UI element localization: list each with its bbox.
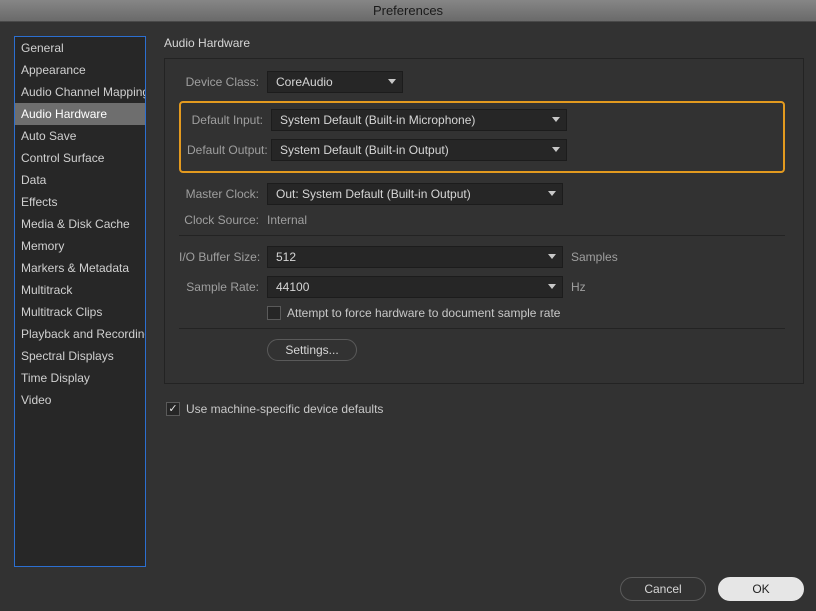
row-settings: Settings... [179, 339, 785, 361]
ok-button-label: OK [752, 582, 769, 596]
main-panel: Audio Hardware Device Class: CoreAudio D… [164, 36, 804, 567]
master-clock-dropdown[interactable]: Out: System Default (Built-in Output) [267, 183, 563, 205]
sidebar-item-effects[interactable]: Effects [15, 191, 145, 213]
panel-title: Audio Hardware [164, 36, 804, 50]
row-device-class: Device Class: CoreAudio [179, 71, 785, 93]
sidebar-item-spectral-displays[interactable]: Spectral Displays [15, 345, 145, 367]
sample-rate-dropdown[interactable]: 44100 [267, 276, 563, 298]
clock-source-label: Clock Source: [179, 213, 267, 227]
sidebar-item-markers-metadata[interactable]: Markers & Metadata [15, 257, 145, 279]
force-hw-checkbox[interactable] [267, 306, 281, 320]
io-buffer-value: 512 [276, 250, 296, 264]
default-input-dropdown[interactable]: System Default (Built-in Microphone) [271, 109, 567, 131]
sidebar-item-general[interactable]: General [15, 37, 145, 59]
io-buffer-suffix: Samples [571, 250, 618, 264]
device-class-label: Device Class: [179, 75, 267, 89]
dialog-footer: Cancel OK [14, 567, 804, 601]
sidebar-item-audio-channel-mapping[interactable]: Audio Channel Mapping [15, 81, 145, 103]
device-class-value: CoreAudio [276, 75, 333, 89]
sidebar-item-control-surface[interactable]: Control Surface [15, 147, 145, 169]
master-clock-label: Master Clock: [179, 187, 267, 201]
window-title: Preferences [373, 3, 443, 18]
titlebar: Preferences [0, 0, 816, 22]
row-default-output: Default Output: System Default (Built-in… [187, 139, 775, 161]
sidebar-item-auto-save[interactable]: Auto Save [15, 125, 145, 147]
columns: GeneralAppearanceAudio Channel MappingAu… [14, 36, 804, 567]
sample-rate-suffix: Hz [571, 280, 586, 294]
sidebar-item-data[interactable]: Data [15, 169, 145, 191]
chevron-down-icon [552, 117, 560, 123]
sidebar-item-audio-hardware[interactable]: Audio Hardware [15, 103, 145, 125]
default-output-label: Default Output: [187, 143, 271, 157]
machine-defaults-label: Use machine-specific device defaults [186, 402, 383, 416]
io-buffer-label: I/O Buffer Size: [179, 250, 267, 264]
machine-defaults-checkbox[interactable] [166, 402, 180, 416]
row-sample-rate: Sample Rate: 44100 Hz [179, 276, 785, 298]
row-io-buffer: I/O Buffer Size: 512 Samples [179, 246, 785, 268]
row-default-input: Default Input: System Default (Built-in … [187, 109, 775, 131]
row-machine-defaults: Use machine-specific device defaults [166, 402, 804, 416]
device-class-dropdown[interactable]: CoreAudio [267, 71, 403, 93]
sample-rate-label: Sample Rate: [179, 280, 267, 294]
sidebar-item-media-disk-cache[interactable]: Media & Disk Cache [15, 213, 145, 235]
audio-hardware-group: Device Class: CoreAudio Default Input: S… [164, 58, 804, 384]
separator [179, 328, 785, 329]
chevron-down-icon [548, 284, 556, 290]
row-force-hw: Attempt to force hardware to document sa… [179, 306, 785, 320]
default-input-label: Default Input: [187, 113, 271, 127]
default-output-dropdown[interactable]: System Default (Built-in Output) [271, 139, 567, 161]
sidebar-item-video[interactable]: Video [15, 389, 145, 411]
io-highlight-box: Default Input: System Default (Built-in … [179, 101, 785, 173]
dialog-body: GeneralAppearanceAudio Channel MappingAu… [0, 22, 816, 611]
row-master-clock: Master Clock: Out: System Default (Built… [179, 183, 785, 205]
sidebar-item-memory[interactable]: Memory [15, 235, 145, 257]
sidebar-item-time-display[interactable]: Time Display [15, 367, 145, 389]
cancel-button-label: Cancel [644, 582, 681, 596]
cancel-button[interactable]: Cancel [620, 577, 706, 601]
default-output-value: System Default (Built-in Output) [280, 143, 449, 157]
sample-rate-value: 44100 [276, 280, 309, 294]
chevron-down-icon [548, 191, 556, 197]
clock-source-value: Internal [267, 213, 307, 227]
default-input-value: System Default (Built-in Microphone) [280, 113, 475, 127]
force-hw-label: Attempt to force hardware to document sa… [287, 306, 560, 320]
settings-button-label: Settings... [285, 343, 338, 357]
category-sidebar: GeneralAppearanceAudio Channel MappingAu… [14, 36, 146, 567]
row-clock-source: Clock Source: Internal [179, 213, 785, 227]
sidebar-item-appearance[interactable]: Appearance [15, 59, 145, 81]
chevron-down-icon [552, 147, 560, 153]
io-buffer-dropdown[interactable]: 512 [267, 246, 563, 268]
chevron-down-icon [388, 79, 396, 85]
chevron-down-icon [548, 254, 556, 260]
sidebar-item-playback-and-recording[interactable]: Playback and Recording [15, 323, 145, 345]
ok-button[interactable]: OK [718, 577, 804, 601]
separator [179, 235, 785, 236]
master-clock-value: Out: System Default (Built-in Output) [276, 187, 471, 201]
sidebar-item-multitrack[interactable]: Multitrack [15, 279, 145, 301]
settings-button[interactable]: Settings... [267, 339, 357, 361]
sidebar-item-multitrack-clips[interactable]: Multitrack Clips [15, 301, 145, 323]
